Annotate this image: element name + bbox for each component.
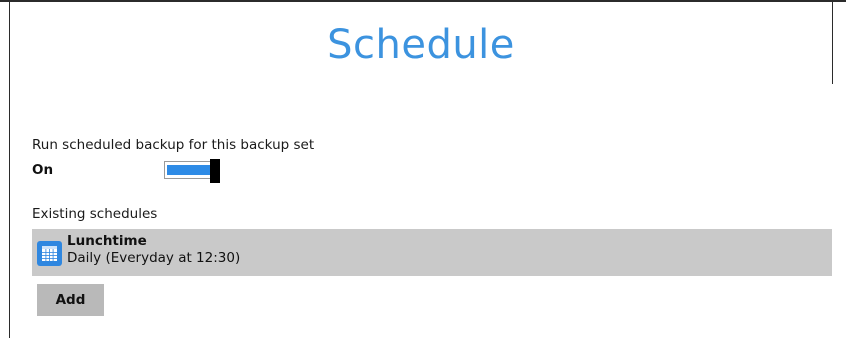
run-scheduled-label: Run scheduled backup for this backup set — [32, 137, 315, 153]
page-title: Schedule — [327, 22, 515, 68]
calendar-icon — [37, 241, 62, 266]
existing-schedules-label: Existing schedules — [32, 206, 158, 222]
schedule-description: Daily (Everyday at 12:30) — [67, 250, 241, 266]
add-schedule-button[interactable]: Add — [37, 284, 104, 316]
toggle-knob[interactable] — [210, 159, 220, 183]
toggle-state-label: On — [32, 162, 54, 178]
run-scheduled-toggle[interactable] — [164, 159, 222, 183]
schedule-list-item[interactable]: Lunchtime Daily (Everyday at 12:30) — [32, 229, 832, 276]
right-border — [832, 0, 833, 84]
toggle-fill — [167, 165, 211, 175]
schedule-name: Lunchtime — [67, 233, 147, 249]
top-border — [0, 0, 846, 2]
